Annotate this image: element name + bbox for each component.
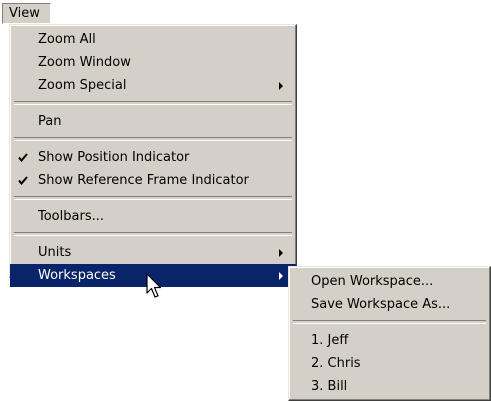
menu-item-label: Zoom All bbox=[38, 32, 96, 47]
menu-item-label: Zoom Special bbox=[38, 78, 127, 93]
menu-item-zoom-window[interactable]: Zoom Window bbox=[10, 51, 296, 74]
chevron-right-icon bbox=[279, 249, 283, 257]
view-dropdown-menu: Zoom All Zoom Window Zoom Special Pan Sh… bbox=[9, 24, 297, 287]
menu-item-label: Zoom Window bbox=[38, 55, 131, 70]
menu-item-workspace-jeff[interactable]: 1. Jeff bbox=[289, 329, 490, 352]
menu-item-show-reference-frame-indicator[interactable]: Show Reference Frame Indicator bbox=[10, 169, 296, 192]
screen: View Zoom All Zoom Window Zoom Special P… bbox=[0, 0, 491, 401]
menu-item-toolbars[interactable]: Toolbars... bbox=[10, 205, 296, 228]
menu-item-show-position-indicator[interactable]: Show Position Indicator bbox=[10, 146, 296, 169]
menu-item-zoom-all[interactable]: Zoom All bbox=[10, 28, 296, 51]
menu-item-save-workspace-as[interactable]: Save Workspace As... bbox=[289, 293, 490, 316]
checkmark-icon bbox=[18, 169, 32, 192]
menu-item-label: Pan bbox=[38, 114, 62, 129]
menu-item-label: Workspaces bbox=[38, 268, 116, 283]
menu-item-label: Save Workspace As... bbox=[311, 297, 451, 312]
menu-separator bbox=[14, 232, 292, 236]
menu-item-units[interactable]: Units bbox=[10, 241, 296, 264]
menu-item-pan[interactable]: Pan bbox=[10, 110, 296, 133]
menu-item-zoom-special[interactable]: Zoom Special bbox=[10, 74, 296, 97]
menu-item-label: Show Reference Frame Indicator bbox=[38, 173, 249, 188]
menu-item-label: Toolbars... bbox=[38, 209, 104, 224]
menu-item-workspace-chris[interactable]: 2. Chris bbox=[289, 352, 490, 375]
menu-item-open-workspace[interactable]: Open Workspace... bbox=[289, 270, 490, 293]
menu-view[interactable]: View bbox=[2, 3, 51, 24]
menu-separator bbox=[14, 196, 292, 200]
menu-separator bbox=[293, 320, 486, 324]
menu-item-label: 3. Bill bbox=[311, 379, 348, 394]
menu-item-label: Open Workspace... bbox=[311, 274, 434, 289]
menu-separator bbox=[14, 101, 292, 105]
menu-separator bbox=[14, 137, 292, 141]
mouse-pointer-icon bbox=[146, 273, 166, 301]
checkmark-icon bbox=[18, 146, 32, 169]
menu-item-label: Show Position Indicator bbox=[38, 150, 190, 165]
menu-item-label: Units bbox=[38, 245, 72, 260]
chevron-right-icon bbox=[279, 82, 283, 90]
menu-item-label: 2. Chris bbox=[311, 356, 361, 371]
menu-item-label: 1. Jeff bbox=[311, 333, 349, 348]
chevron-right-icon bbox=[279, 272, 283, 280]
menu-view-label: View bbox=[9, 6, 40, 21]
workspaces-submenu: Open Workspace... Save Workspace As... 1… bbox=[288, 266, 491, 401]
menu-item-workspace-bill[interactable]: 3. Bill bbox=[289, 375, 490, 398]
